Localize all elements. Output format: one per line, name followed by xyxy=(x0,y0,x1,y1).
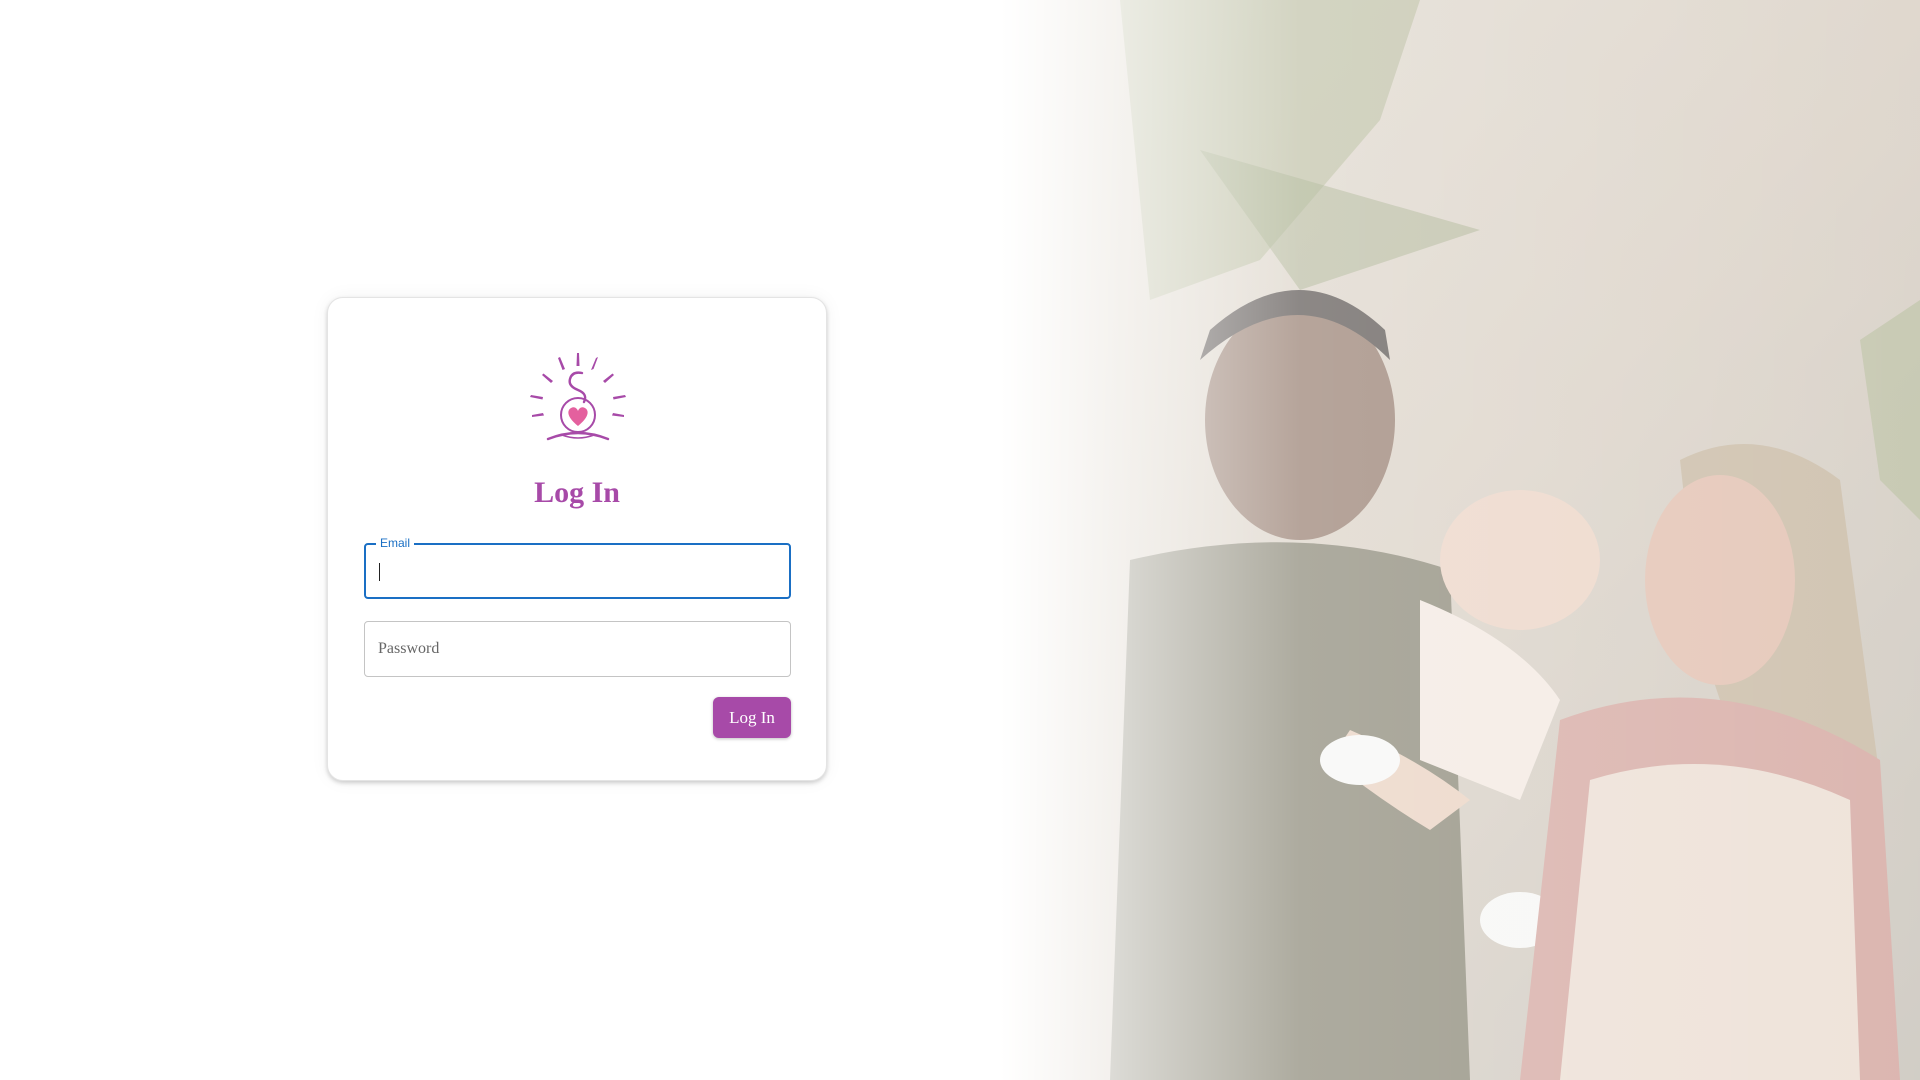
email-input[interactable] xyxy=(366,545,789,597)
password-input[interactable] xyxy=(365,622,790,676)
login-page: Log In Email Log In xyxy=(0,0,1920,1080)
password-field[interactable] xyxy=(364,621,791,677)
email-field[interactable]: Email xyxy=(364,536,791,599)
sun-figure-heart-logo-icon xyxy=(530,353,626,441)
background-photo xyxy=(1000,0,1920,1080)
login-button[interactable]: Log In xyxy=(713,697,791,738)
family-photo-illustration xyxy=(1000,0,1920,1080)
page-title: Log In xyxy=(534,476,620,509)
login-card: Log In Email Log In xyxy=(327,297,827,781)
